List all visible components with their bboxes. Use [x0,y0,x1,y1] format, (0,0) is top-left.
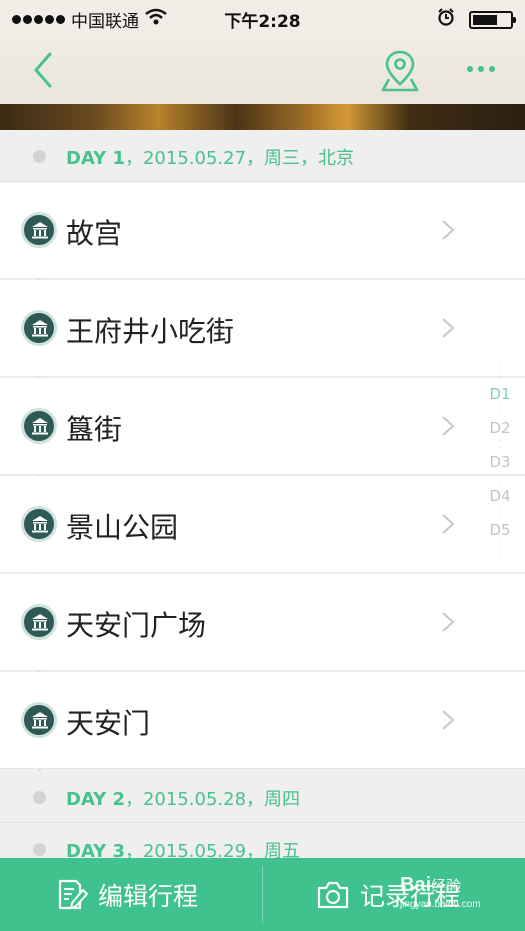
timeline-dot [33,150,46,163]
day-details: ，2015.05.27，周三，北京 [124,148,355,169]
edit-document-icon [58,879,88,909]
day-header-text: DAY 1，2015.05.27，周三，北京 [66,144,354,170]
day-details: ，2015.05.28，周四 [124,789,301,810]
more-button[interactable] [460,54,504,84]
place-name: 天安门广场 [66,609,207,642]
day-index-d2[interactable]: D2 [480,417,520,439]
place-row[interactable]: 景山公园 [0,476,525,573]
day-index-d3[interactable]: D3 [480,451,520,473]
watermark-suffix: 经验 [431,878,462,895]
place-name: 簋街 [66,413,123,446]
place-name: 故宫 [66,217,123,250]
chevron-right-icon [442,514,455,534]
museum-icon [21,212,57,248]
place-row[interactable]: 簋街 [0,378,525,475]
museum-icon [21,408,57,444]
day-header-1[interactable]: DAY 1，2015.05.27，周三，北京 [0,130,525,182]
timeline-dot [33,843,46,856]
index-dots: · · [498,403,502,418]
alarm-icon [437,8,455,31]
back-button[interactable] [24,48,64,92]
more-dots-icon [467,66,495,72]
back-arrow-icon [34,52,52,88]
map-pin-icon [381,50,419,92]
watermark-url: jingyan.baidu.com [400,899,481,910]
day-index-d1[interactable]: D1 [480,383,520,405]
place-row[interactable]: 天安门广场 [0,574,525,671]
edit-itinerary-label: 编辑行程 [98,881,199,911]
battery-icon [469,10,516,29]
day-label: DAY 2 [66,789,125,810]
place-name: 景山公园 [66,511,179,544]
place-name: 天安门 [66,707,151,740]
place-name: 王府井小吃街 [66,315,235,348]
day-index-d5[interactable]: D5 [480,519,520,541]
edit-itinerary-button[interactable]: 编辑行程 [56,858,198,931]
museum-icon [21,702,57,738]
day-header-2[interactable]: DAY 2，2015.05.28，周四 [0,771,525,823]
watermark-brand: Bai经验 [400,874,481,897]
chevron-right-icon [442,710,455,730]
status-bar: 中国联通 下午2:28 [0,0,525,36]
status-right [437,8,516,31]
camera-icon [317,881,349,908]
navigation-bar [0,36,525,106]
place-row[interactable]: 天安门 [0,672,525,769]
chevron-right-icon [442,220,455,240]
index-dots: · · · [498,539,502,560]
index-dots: · · · [498,363,502,384]
timeline-dot [33,791,46,804]
index-dots: · · [498,471,502,486]
watermark-brand-text: Bai [400,874,432,896]
index-dots: · · [498,505,502,520]
bottom-divider [262,866,263,923]
map-button[interactable] [378,46,422,94]
cover-image-strip [0,104,525,130]
museum-icon [21,604,57,640]
chevron-right-icon [442,612,455,632]
day-index-d4[interactable]: D4 [480,485,520,507]
museum-icon [21,310,57,346]
museum-icon [21,506,57,542]
day-index: · · · D1 · · D2 · · D3 · · D4 · · D5 · · · [480,363,520,565]
day-label: DAY 1 [66,148,125,169]
chevron-right-icon [442,318,455,338]
day-header-text: DAY 2，2015.05.28，周四 [66,785,300,811]
place-row[interactable]: 故宫 [0,182,525,279]
chevron-right-icon [442,416,455,436]
place-row[interactable]: 王府井小吃街 [0,280,525,377]
index-dots: · · [498,437,502,452]
baidu-watermark: Bai经验 jingyan.baidu.com [400,874,481,910]
